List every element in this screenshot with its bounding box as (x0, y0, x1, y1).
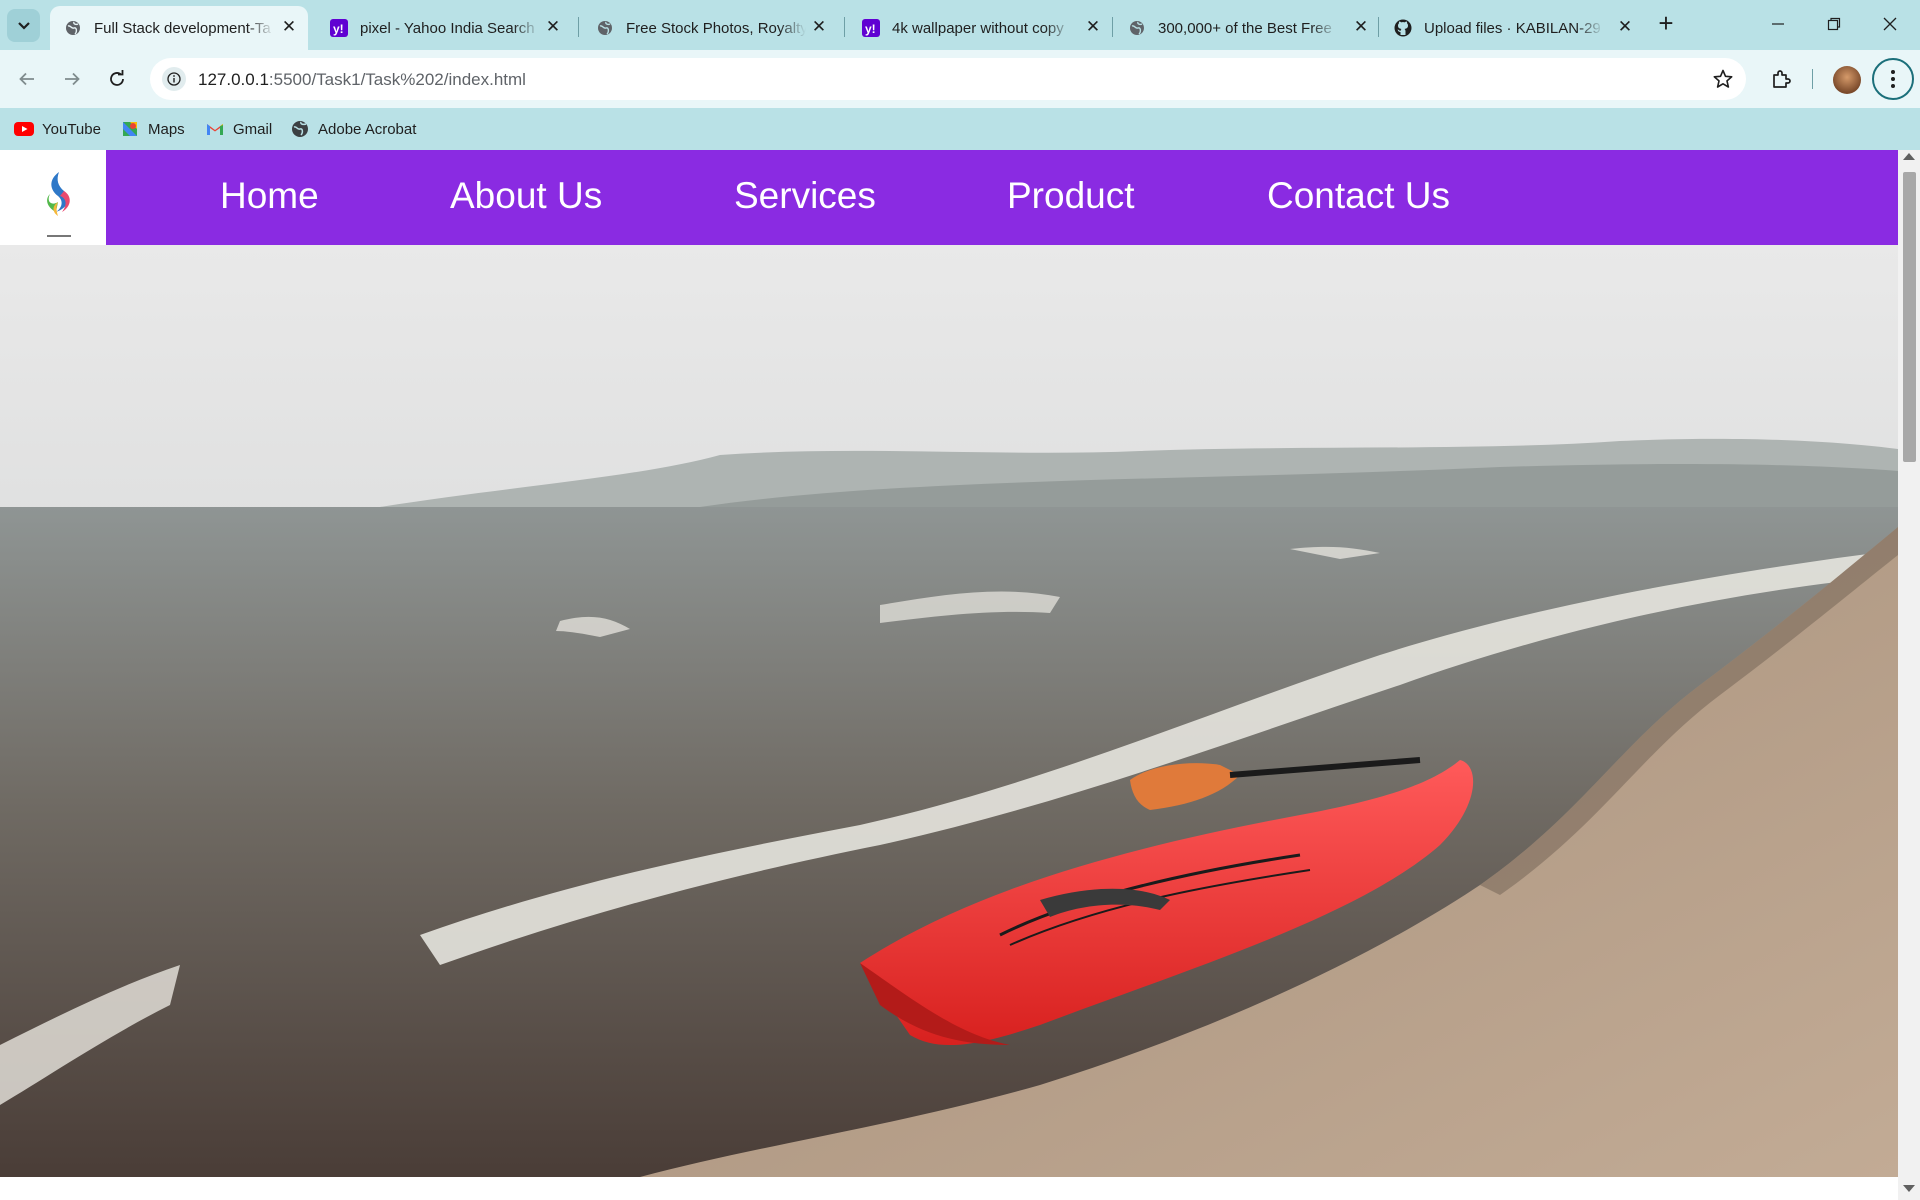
acrobat-icon (290, 121, 310, 137)
nav-contact-us[interactable]: Contact Us (1267, 175, 1450, 217)
bookmark-label: YouTube (42, 120, 101, 138)
yahoo-icon: y! (330, 19, 348, 37)
tab-free-stock[interactable]: Free Stock Photos, Royalty ✕ (582, 6, 838, 50)
bookmark-label: Maps (148, 120, 185, 138)
close-tab-icon[interactable]: ✕ (1352, 18, 1370, 36)
restore-icon (1827, 17, 1841, 31)
more-vert-icon (1891, 70, 1895, 88)
close-tab-icon[interactable]: ✕ (1084, 18, 1102, 36)
nav-about-us[interactable]: About Us (450, 175, 602, 217)
tab-separator (1112, 17, 1113, 37)
nav-services[interactable]: Services (734, 175, 876, 217)
svg-text:y!: y! (865, 22, 876, 36)
minimize-button[interactable] (1750, 0, 1806, 48)
tab-title: Free Stock Photos, Royalty (626, 19, 806, 37)
brand-logo-icon (47, 172, 71, 237)
tab-best-free[interactable]: 300,000+ of the Best Free ✕ (1114, 6, 1380, 50)
address-bar[interactable]: 127.0.0.1:5500/Task1/Task%202/index.html (150, 58, 1746, 100)
close-tab-icon[interactable]: ✕ (280, 18, 298, 36)
tab-github-upload[interactable]: Upload files · KABILAN-29 ✕ (1380, 6, 1644, 50)
globe-icon (64, 19, 82, 37)
gmail-icon (205, 121, 225, 137)
bookmark-maps[interactable]: Maps (120, 118, 185, 140)
extensions-icon[interactable] (1766, 64, 1796, 94)
close-window-button[interactable] (1862, 0, 1918, 48)
forward-button[interactable] (55, 62, 89, 96)
browser-toolbar: 127.0.0.1:5500/Task1/Task%202/index.html (0, 50, 1920, 108)
new-tab-button[interactable]: + (1652, 10, 1680, 38)
globe-icon (1128, 19, 1146, 37)
scroll-up-icon[interactable] (1903, 153, 1915, 160)
tab-title: 300,000+ of the Best Free (1158, 19, 1332, 37)
kayak-beach-photo (0, 245, 1898, 1177)
nav-home[interactable]: Home (220, 175, 319, 217)
reload-icon (110, 70, 124, 86)
bookmarks-bar: YouTube Maps Gmail Adobe Acrobat (0, 108, 1920, 150)
url-host: 127.0.0.1 (198, 70, 269, 89)
reload-button[interactable] (100, 62, 134, 96)
site-info-icon[interactable] (162, 67, 186, 91)
site-navbar: Home About Us Services Product Contact U… (12, 150, 1898, 245)
tab-search-button[interactable] (7, 9, 40, 42)
bookmark-label: Gmail (233, 120, 273, 138)
bookmark-adobe-acrobat[interactable]: Adobe Acrobat (290, 118, 416, 140)
close-icon (1883, 17, 1897, 31)
yahoo-icon: y! (862, 19, 880, 37)
page-viewport: Home About Us Services Product Contact U… (0, 150, 1898, 1200)
bookmark-gmail[interactable]: Gmail (205, 118, 272, 140)
page-bottom (0, 1177, 1898, 1200)
scroll-down-icon[interactable] (1903, 1185, 1915, 1192)
tab-4k-wallpaper[interactable]: y! 4k wallpaper without copy ✕ (848, 6, 1112, 50)
profile-avatar[interactable] (1833, 66, 1861, 94)
tab-strip: Full Stack development-Ta ✕ y! pixel - Y… (0, 0, 1920, 50)
maps-icon (120, 121, 140, 137)
restore-button[interactable] (1806, 0, 1862, 48)
globe-icon (596, 19, 614, 37)
site-logo[interactable] (12, 150, 106, 245)
hero-image (0, 245, 1898, 1177)
close-tab-icon[interactable]: ✕ (544, 18, 562, 36)
bookmark-star-icon[interactable] (1712, 68, 1734, 90)
tab-yahoo-pixel[interactable]: y! pixel - Yahoo India Search ✕ (316, 6, 572, 50)
arrow-right-icon (65, 72, 80, 86)
tab-separator (1378, 17, 1379, 37)
tab-full-stack[interactable]: Full Stack development-Ta ✕ (50, 6, 308, 50)
minimize-icon (1772, 23, 1784, 25)
tab-title: pixel - Yahoo India Search (360, 19, 535, 37)
nav-product[interactable]: Product (1007, 175, 1135, 217)
url-path: :5500/Task1/Task%202/index.html (268, 70, 526, 89)
browser-menu-button[interactable] (1872, 58, 1914, 100)
url-text[interactable]: 127.0.0.1:5500/Task1/Task%202/index.html (198, 70, 526, 90)
toolbar-separator (1812, 69, 1813, 89)
back-button[interactable] (10, 62, 44, 96)
tab-separator (844, 17, 845, 37)
tab-separator (578, 17, 579, 37)
arrow-left-icon (19, 72, 34, 86)
youtube-icon (14, 121, 34, 137)
svg-text:y!: y! (333, 22, 344, 36)
tab-title: Upload files · KABILAN-29 (1424, 19, 1601, 37)
tab-title: 4k wallpaper without copy (892, 19, 1064, 37)
tab-title: Full Stack development-Ta (94, 19, 271, 37)
close-tab-icon[interactable]: ✕ (1616, 18, 1634, 36)
bookmark-label: Adobe Acrobat (318, 120, 417, 138)
github-icon (1394, 19, 1412, 37)
bookmark-youtube[interactable]: YouTube (14, 118, 101, 140)
close-tab-icon[interactable]: ✕ (810, 18, 828, 36)
scrollbar-thumb[interactable] (1903, 172, 1916, 462)
chevron-down-icon (17, 21, 30, 30)
